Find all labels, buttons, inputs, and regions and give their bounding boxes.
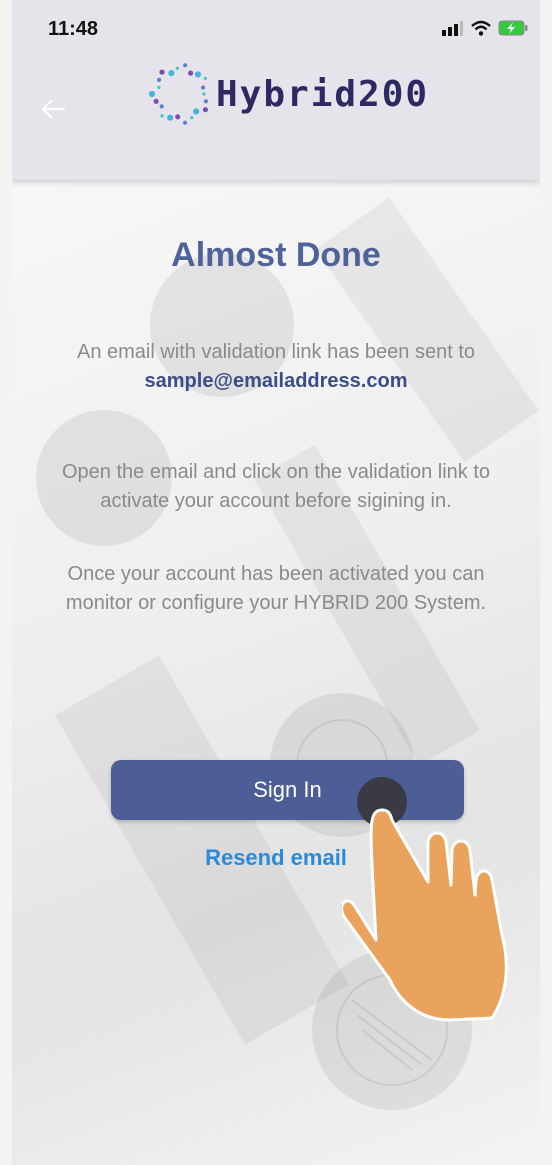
status-bar: 11:48	[12, 0, 540, 58]
logo-dot	[157, 85, 161, 90]
logo-dot	[193, 108, 200, 115]
sent-message-text: An email with validation link has been s…	[76, 341, 475, 363]
logo-dot	[203, 99, 208, 104]
activation-note: Once your account has been activated you…	[52, 560, 500, 618]
logo-dot	[168, 70, 175, 77]
logo-dot	[190, 116, 194, 120]
status-time: 11:48	[48, 18, 99, 40]
main-content: Almost Done An email with validation lin…	[12, 180, 540, 1165]
logo-dot	[202, 107, 208, 113]
cellular-signal-icon	[442, 21, 463, 36]
logo-dot	[202, 92, 206, 96]
instructions-text: Open the email and click on the validati…	[61, 461, 491, 512]
activation-note-text: Once your account has been activated you…	[65, 563, 487, 614]
status-icons	[442, 20, 528, 36]
logo-dot	[203, 76, 207, 80]
battery-charging-icon	[498, 20, 528, 36]
page-title: Almost Done	[171, 236, 381, 274]
phone-screen: 11:48 Hybrid200 Almost Done An email wit…	[12, 0, 540, 1165]
wifi-icon	[471, 20, 491, 36]
sent-message: An email with validation link has been s…	[52, 338, 500, 396]
logo-dot	[183, 63, 188, 68]
logo-dot	[159, 104, 164, 109]
logo-dot	[194, 71, 202, 78]
brand-logo: Hybrid200	[148, 58, 429, 130]
logo-dot	[159, 69, 165, 75]
logo-dot	[160, 114, 164, 118]
logo-dot	[175, 114, 181, 120]
logo-dot	[188, 70, 194, 76]
logo-dot	[183, 120, 188, 125]
logo-dot	[148, 90, 156, 98]
logo-dot	[153, 98, 159, 104]
instructions: Open the email and click on the validati…	[52, 458, 500, 516]
logo-dot	[201, 85, 206, 90]
logo-dot	[167, 114, 174, 121]
logo-dot	[157, 77, 162, 82]
pointer-hand-icon	[342, 777, 508, 1022]
email-address: sample@emailaddress.com	[144, 370, 408, 392]
back-arrow-icon[interactable]	[38, 94, 68, 124]
logo-icon	[148, 63, 208, 125]
logo-dot	[175, 66, 179, 70]
brand-name: Hybrid200	[216, 73, 430, 115]
app-bar: Hybrid200	[12, 58, 540, 180]
